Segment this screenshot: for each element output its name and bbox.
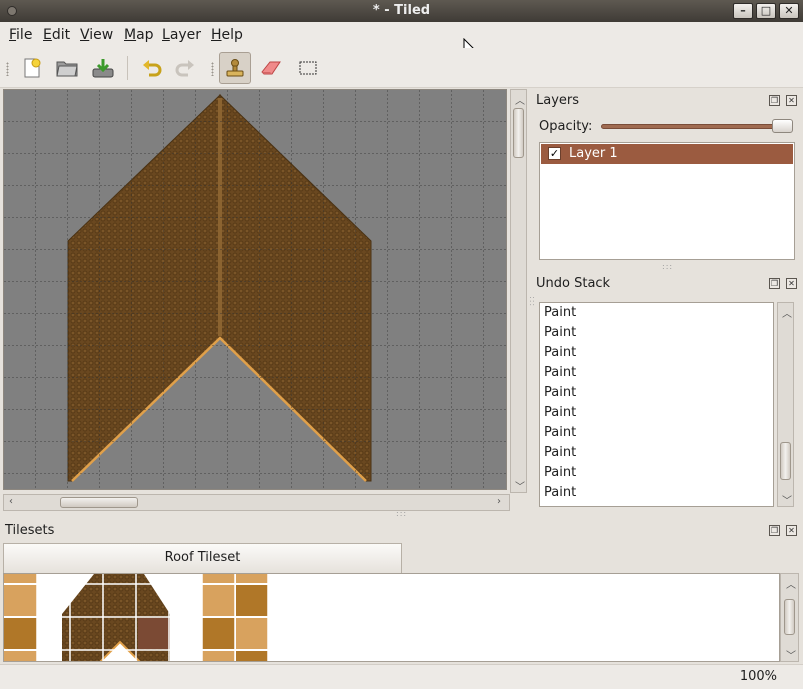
minimize-button[interactable]: –: [733, 3, 753, 19]
list-item[interactable]: Paint: [544, 445, 576, 460]
open-folder-icon: [56, 61, 78, 77]
status-bar: 100%: [0, 664, 803, 689]
map-horizontal-scrollbar[interactable]: ‹ ›: [3, 494, 510, 511]
eraser-icon: [261, 61, 281, 75]
layer-visibility-checkbox[interactable]: ✓: [548, 147, 561, 160]
undo-stack-list[interactable]: Paint Paint Paint Paint Paint Paint Pain…: [539, 302, 774, 507]
menu-edit[interactable]: Edit: [43, 27, 70, 43]
close-button[interactable]: ✕: [779, 3, 799, 19]
scroll-up-icon[interactable]: ︿: [782, 305, 792, 320]
undo-stack-title: Undo Stack: [536, 276, 611, 291]
stamp-brush-button[interactable]: [219, 52, 251, 84]
window-title: * - Tiled: [372, 3, 431, 18]
layers-list[interactable]: ✓ Layer 1: [539, 142, 795, 260]
list-item[interactable]: Paint: [544, 325, 576, 340]
scrollbar-thumb[interactable]: [513, 108, 524, 158]
list-item[interactable]: Paint: [544, 345, 576, 360]
rectangle-select-button[interactable]: [292, 52, 324, 84]
map-canvas[interactable]: [3, 89, 507, 490]
scroll-right-icon[interactable]: ›: [497, 496, 501, 507]
scrollbar-thumb[interactable]: [780, 442, 791, 480]
tileset-tabs: Roof Tileset: [3, 543, 801, 573]
zoom-level: 100%: [739, 669, 777, 684]
map-vertical-scrollbar[interactable]: ︿ ﹀: [510, 89, 527, 493]
undo-stack-scrollbar[interactable]: ︿ ﹀: [777, 302, 794, 507]
float-icon[interactable]: ❐: [769, 278, 780, 289]
scroll-down-icon[interactable]: ﹀: [786, 647, 796, 662]
list-item[interactable]: Paint: [544, 425, 576, 440]
maximize-button[interactable]: □: [756, 3, 776, 19]
open-button[interactable]: [51, 52, 83, 84]
redo-button[interactable]: [169, 52, 201, 84]
scroll-down-icon[interactable]: ﹀: [782, 492, 792, 507]
layer-row[interactable]: ✓ Layer 1: [541, 144, 793, 164]
list-item[interactable]: Paint: [544, 305, 576, 320]
opacity-slider[interactable]: [601, 124, 791, 129]
window-menu-icon[interactable]: [7, 6, 17, 16]
scrollbar-thumb[interactable]: [60, 497, 138, 508]
undo-button[interactable]: [136, 52, 168, 84]
close-icon[interactable]: ✕: [786, 525, 797, 536]
toolbar-grip[interactable]: [211, 62, 214, 76]
scrollbar-thumb[interactable]: [784, 599, 795, 635]
list-item[interactable]: Paint: [544, 465, 576, 480]
tab-roof-tileset[interactable]: Roof Tileset: [3, 543, 402, 573]
dock-resize-handle[interactable]: :::: [662, 262, 673, 271]
list-item[interactable]: Paint: [544, 485, 576, 500]
title-bar: * - Tiled – □ ✕: [0, 0, 803, 22]
new-map-button[interactable]: [16, 52, 48, 84]
tilesets-title: Tilesets: [5, 523, 55, 538]
stamp-brush-icon: [226, 59, 244, 77]
float-icon[interactable]: ❐: [769, 95, 780, 106]
undo-icon: [143, 60, 162, 77]
opacity-slider-handle[interactable]: [772, 119, 793, 133]
rectangle-select-icon: [299, 61, 317, 75]
scroll-up-icon[interactable]: ︿: [786, 576, 796, 591]
list-item[interactable]: Paint: [544, 365, 576, 380]
scroll-left-icon[interactable]: ‹: [9, 496, 13, 507]
main-toolbar: [0, 48, 803, 88]
scroll-up-icon[interactable]: ︿: [515, 92, 525, 107]
list-item[interactable]: Paint: [544, 385, 576, 400]
save-icon: [92, 59, 114, 78]
new-map-icon: [24, 58, 41, 78]
list-item[interactable]: Paint: [544, 405, 576, 420]
menu-help[interactable]: Help: [211, 27, 243, 43]
menu-file[interactable]: File: [9, 27, 32, 43]
tileset-image[interactable]: [4, 574, 780, 662]
scroll-down-icon[interactable]: ﹀: [515, 478, 525, 493]
toolbar-grip[interactable]: [6, 62, 9, 76]
eraser-button[interactable]: [255, 52, 287, 84]
close-icon[interactable]: ✕: [786, 95, 797, 106]
layers-title: Layers: [536, 93, 580, 108]
layer-name: Layer 1: [569, 146, 618, 161]
save-button[interactable]: [87, 52, 119, 84]
float-icon[interactable]: ❐: [769, 525, 780, 536]
toolbar-separator: [127, 56, 128, 80]
tileset-view[interactable]: [3, 573, 780, 662]
redo-icon: [175, 60, 194, 77]
map-view[interactable]: [4, 90, 507, 490]
tileset-scrollbar[interactable]: ︿ ﹀: [780, 573, 799, 662]
menu-bar: File Edit View Map Layer Help: [0, 22, 803, 48]
dock-grip[interactable]: :::: [528, 296, 537, 307]
dock-resize-handle[interactable]: :::: [396, 509, 407, 518]
menu-view[interactable]: View: [80, 27, 113, 43]
opacity-label: Opacity:: [539, 119, 593, 134]
menu-layer[interactable]: Layer: [162, 27, 201, 43]
menu-map[interactable]: Map: [124, 27, 154, 43]
close-icon[interactable]: ✕: [786, 278, 797, 289]
